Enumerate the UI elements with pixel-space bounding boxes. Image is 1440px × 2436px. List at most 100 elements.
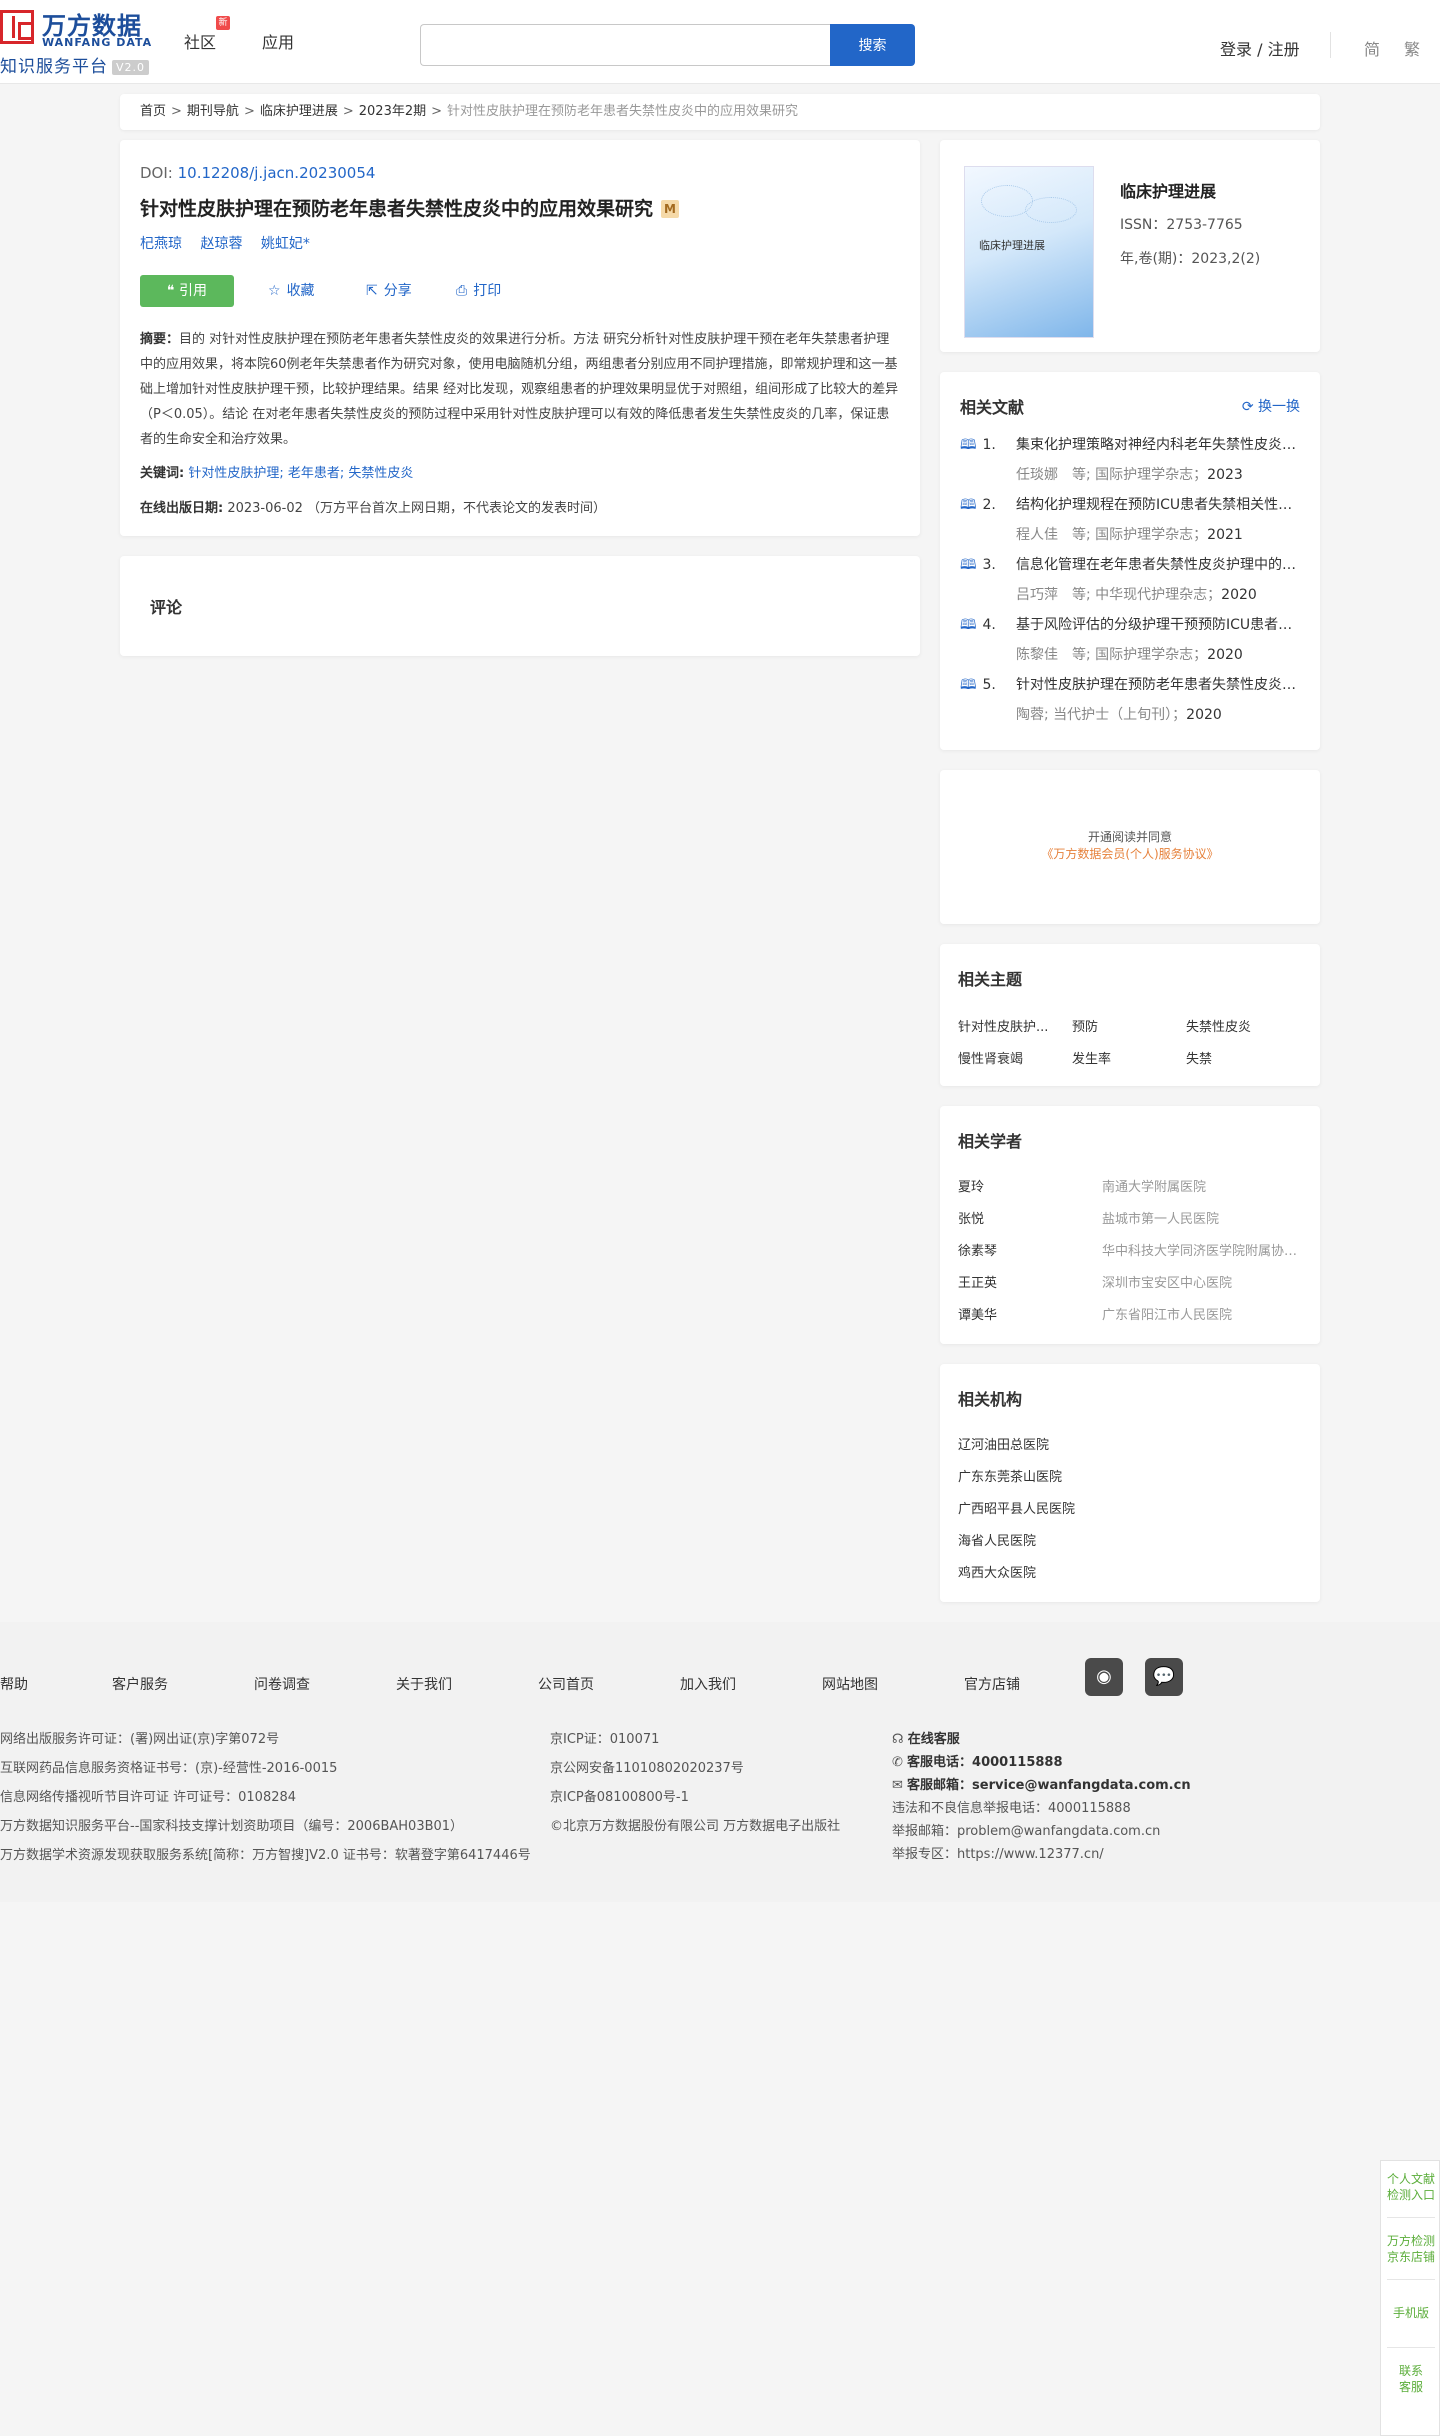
logo-subtitle-text: 知识服务平台 [0, 57, 108, 77]
org-link[interactable]: 广西昭平县人民医院 [958, 1498, 1075, 1517]
footer-link[interactable]: 网站地图 [822, 1674, 878, 1694]
online-service-label: 在线客服 [907, 1732, 960, 1747]
vip-text: 开通阅读并同意 [1087, 830, 1172, 844]
scholar-name-link[interactable]: 夏玲 [958, 1176, 984, 1195]
keyword-link[interactable]: 老年患者; [288, 466, 344, 481]
favorite-label: 收藏 [286, 283, 315, 299]
journal-cover[interactable]: 临床护理进展 [964, 166, 1094, 338]
email-label: 客服邮箱： [907, 1778, 973, 1793]
doc-authors: 任琰娜 等; [1016, 467, 1091, 483]
doc-journal: 国际护理学杂志； [1095, 467, 1208, 483]
vip-agreement-link[interactable]: 《万方数据会员(个人)服务协议》 [1041, 847, 1218, 861]
footer-link[interactable]: 公司首页 [538, 1674, 594, 1694]
org-link[interactable]: 广东东莞茶山医院 [958, 1466, 1062, 1485]
breadcrumb-issue[interactable]: 2023年2期 [359, 104, 426, 119]
doc-title-link[interactable]: 集束化护理策略对神经内科老年失禁性皮炎患者的影响 [1016, 434, 1306, 454]
side-contact-line2: 客服 [1398, 2380, 1423, 2394]
printer-icon: ⎙ [456, 283, 468, 299]
scholar-org-link[interactable]: 盐城市第一人民医院 [1102, 1208, 1302, 1227]
doc-title-link[interactable]: 基于风险评估的分级护理干预预防ICU患者失禁相关性皮炎 [1016, 614, 1306, 634]
doc-index: 🕮 2. [960, 494, 996, 518]
article-title-text: 针对性皮肤护理在预防老年患者失禁性皮炎中的应用效果研究 [140, 198, 654, 220]
publish-date-note: （万方平台首次上网日期，不代表论文的发表时间） [307, 501, 607, 516]
side-contact[interactable]: 联系 客服 [1381, 2363, 1440, 2395]
topic-link[interactable]: 失禁 [1186, 1048, 1212, 1067]
doc-authors: 陶蓉; [1016, 707, 1049, 723]
keyword-link[interactable]: 失禁性皮炎 [348, 466, 413, 481]
topic-link[interactable]: 发生率 [1072, 1048, 1111, 1067]
author-link[interactable]: 赵琼蓉 [200, 236, 242, 252]
abstract-text: 目的 对针对性皮肤护理在预防老年患者失禁性皮炎的效果进行分析。方法 研究分析针对… [140, 332, 899, 447]
footer-license-line: 互联网药品信息服务资格证书号：(京)-经营性-2016-0015 [0, 1761, 338, 1776]
footer-link[interactable]: 官方店铺 [964, 1674, 1020, 1694]
doc-journal: 中华现代护理杂志； [1095, 587, 1222, 603]
doc-title-link[interactable]: 针对性皮肤护理在预防老年患者失禁性皮炎中的应用 [1016, 674, 1306, 694]
doi-line: DOI: 10.12208/j.jacn.20230054 [140, 164, 900, 182]
footer-link[interactable]: 关于我们 [396, 1674, 452, 1694]
journal-name[interactable]: 临床护理进展 [1120, 178, 1216, 202]
scholar-name-link[interactable]: 徐素琴 [958, 1240, 997, 1259]
org-link[interactable]: 鸡西大众医院 [958, 1562, 1036, 1581]
topic-link[interactable]: 慢性肾衰竭 [958, 1048, 1023, 1067]
doc-year: 2020 [1221, 587, 1257, 603]
topic-link[interactable]: 失禁性皮炎 [1186, 1016, 1251, 1035]
logo-subtitle: 知识服务平台 V2.0 [0, 52, 150, 77]
topic-link[interactable]: 预防 [1072, 1016, 1098, 1035]
share-button[interactable]: ⇱ 分享 [366, 275, 412, 307]
side-divider [1387, 2217, 1435, 2218]
favorite-button[interactable]: ☆ 收藏 [268, 275, 315, 307]
scholar-org-link[interactable]: 华中科技大学同济医学院附属协和医院 [1102, 1240, 1302, 1259]
doc-meta: 任琰娜 等; 国际护理学杂志；2023 [1016, 464, 1243, 484]
breadcrumb-journal-nav[interactable]: 期刊导航 [187, 104, 239, 119]
refresh-button[interactable]: ⟳ 换一换 [1242, 396, 1300, 416]
online-service-link[interactable]: ☊ 在线客服 [892, 1728, 960, 1747]
footer-link[interactable]: 加入我们 [680, 1674, 736, 1694]
doi-link[interactable]: 10.12208/j.jacn.20230054 [178, 164, 376, 182]
scholar-org-link[interactable]: 深圳市宝安区中心医院 [1102, 1272, 1302, 1291]
doc-year: 2023 [1207, 467, 1243, 483]
scholar-org-link[interactable]: 南通大学附属医院 [1102, 1176, 1302, 1195]
footer-link[interactable]: 客户服务 [112, 1674, 168, 1694]
cite-button[interactable]: ❝ 引用 [140, 275, 234, 307]
print-button[interactable]: ⎙ 打印 [456, 275, 501, 307]
scholar-name-link[interactable]: 谭美华 [958, 1304, 997, 1323]
footer-link[interactable]: 帮助 [0, 1674, 28, 1694]
wanfang-logo[interactable]: 万方数据 WANFANG DATA 知识服务平台 V2.0 [0, 6, 160, 77]
footer-icp-line: 京ICP备08100800号-1 [550, 1790, 689, 1805]
doc-title-link[interactable]: 结构化护理规程在预防ICU患者失禁相关性皮炎中的应用 [1016, 494, 1306, 514]
wechat-icon[interactable]: 💬 [1145, 1658, 1183, 1696]
breadcrumb-home[interactable]: 首页 [140, 104, 166, 119]
scholar-org-link[interactable]: 广东省阳江市人民医院 [1102, 1304, 1302, 1323]
login-register-link[interactable]: 登录 / 注册 [1220, 36, 1300, 60]
nav-apps[interactable]: 应用 [262, 29, 294, 53]
doc-number: 4. [982, 617, 996, 633]
author-link[interactable]: 姚虹妃* [261, 236, 310, 252]
lang-simplified[interactable]: 简 [1364, 36, 1380, 60]
search-button[interactable]: 搜索 [830, 24, 915, 66]
side-jd-store[interactable]: 万方检测 京东店铺 [1381, 2233, 1440, 2265]
side-mobile[interactable]: 手机版 [1381, 2305, 1440, 2321]
mobile-badge-icon[interactable]: M [661, 200, 680, 218]
search-input[interactable] [420, 24, 830, 66]
breadcrumb-journal[interactable]: 临床护理进展 [260, 104, 338, 119]
doc-number: 3. [982, 557, 996, 573]
topic-link[interactable]: 针对性皮肤护... [958, 1016, 1048, 1035]
lang-traditional[interactable]: 繁 [1404, 36, 1420, 60]
keyword-link[interactable]: 针对性皮肤护理; [188, 466, 283, 481]
org-link[interactable]: 海省人民医院 [958, 1530, 1036, 1549]
org-link[interactable]: 辽河油田总医院 [958, 1434, 1049, 1453]
doc-title-link[interactable]: 信息化管理在老年患者失禁性皮炎护理中的应用效果 [1016, 554, 1306, 574]
author-link[interactable]: 杞燕琼 [140, 236, 182, 252]
side-divider [1387, 2279, 1435, 2280]
doc-number: 5. [982, 677, 996, 693]
breadcrumb-separator: > [431, 104, 443, 119]
weibo-icon[interactable]: ◉ [1085, 1658, 1123, 1696]
journal-volume: 年,卷(期)：2023,2(2) [1120, 251, 1261, 267]
scholar-name-link[interactable]: 张悦 [958, 1208, 984, 1227]
doc-number: 2. [982, 497, 996, 513]
report-zone[interactable]: 举报专区：https://www.12377.cn/ [892, 1843, 1104, 1862]
footer-link[interactable]: 问卷调查 [254, 1674, 310, 1694]
nav-community[interactable]: 社区 [184, 29, 216, 53]
side-doc-check[interactable]: 个人文献 检测入口 [1381, 2171, 1440, 2203]
scholar-name-link[interactable]: 王正英 [958, 1272, 997, 1291]
